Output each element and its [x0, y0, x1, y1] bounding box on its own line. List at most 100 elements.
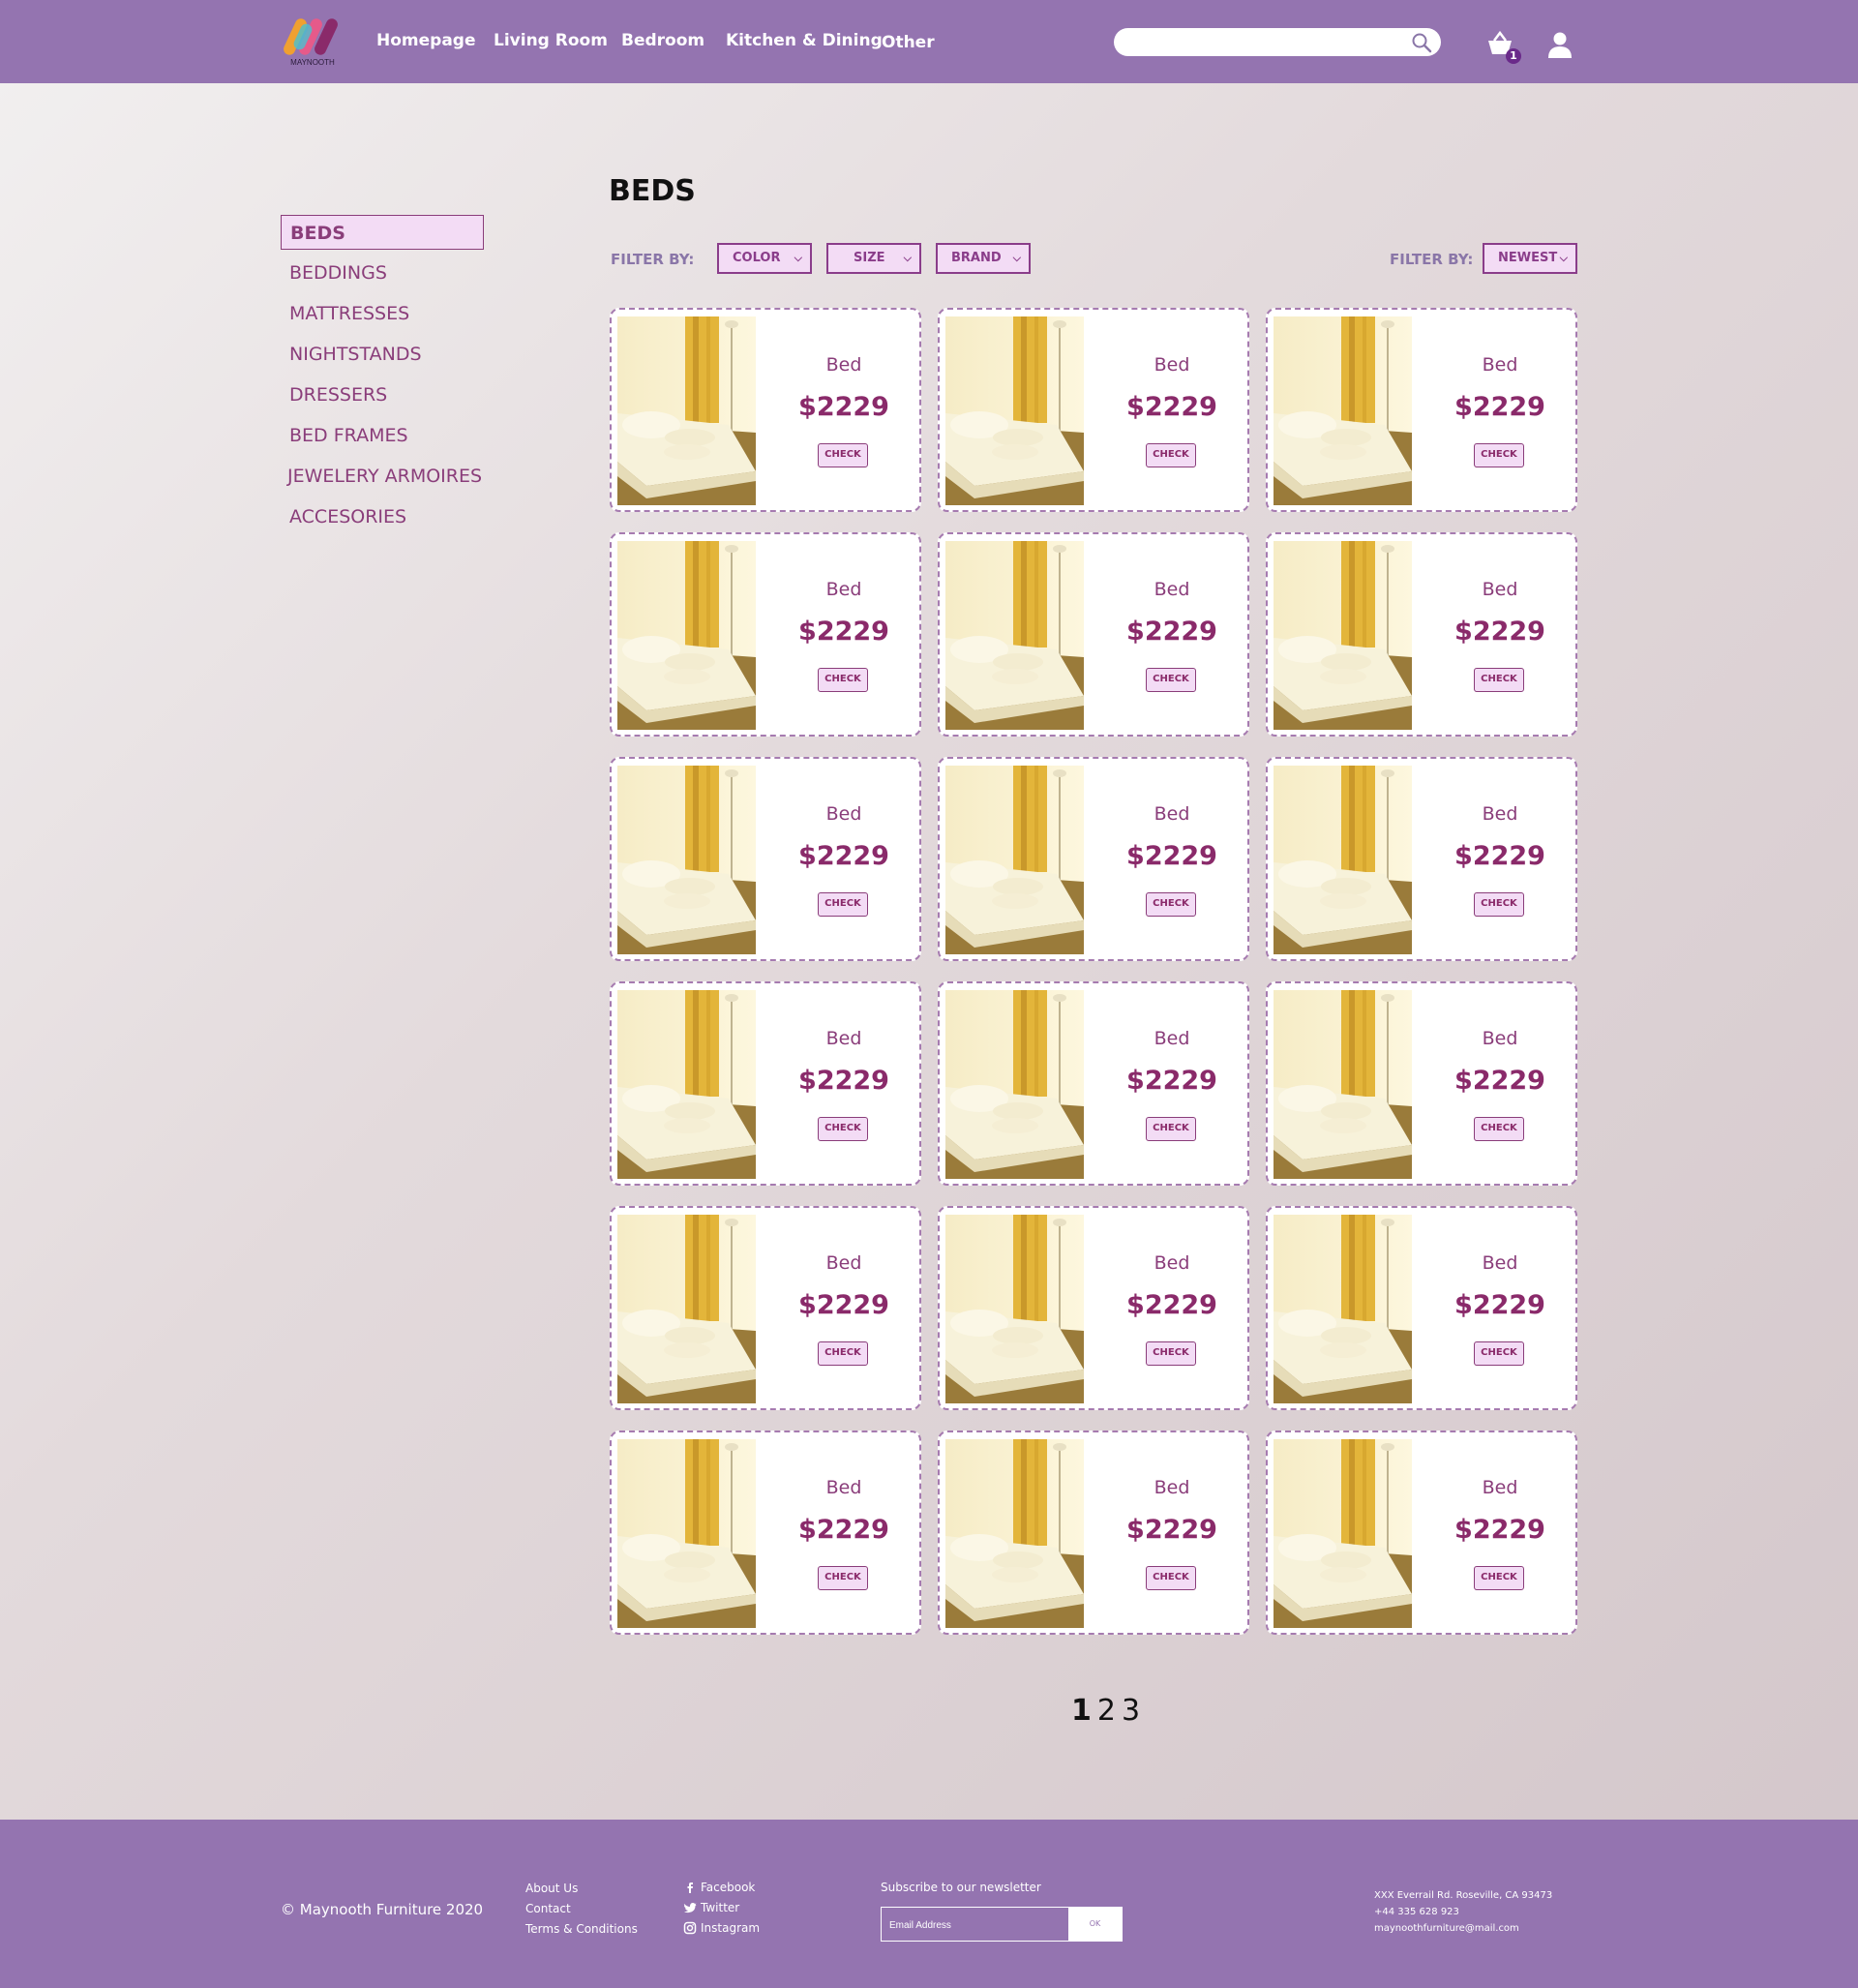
newsletter-email-input[interactable]	[889, 1915, 1064, 1935]
product-card[interactable]: Bed $2229 CHECK	[938, 1206, 1249, 1410]
nav-bedroom[interactable]: Bedroom	[621, 31, 704, 50]
check-button[interactable]: CHECK	[1146, 1566, 1196, 1590]
sidebar-item-jewelery-armoires[interactable]: JEWELERY ARMOIRES	[279, 459, 501, 494]
check-button[interactable]: CHECK	[1146, 1117, 1196, 1141]
footer-link-about[interactable]: About Us	[525, 1882, 578, 1895]
product-name: Bed	[1482, 354, 1518, 376]
product-card[interactable]: Bed $2229 CHECK	[610, 757, 921, 961]
check-button[interactable]: CHECK	[818, 892, 868, 917]
product-card[interactable]: Bed $2229 CHECK	[1266, 757, 1577, 961]
product-card[interactable]: Bed $2229 CHECK	[1266, 308, 1577, 512]
product-card[interactable]: Bed $2229 CHECK	[610, 1206, 921, 1410]
product-image[interactable]	[1274, 766, 1412, 954]
product-image[interactable]	[945, 1215, 1084, 1403]
color-filter-dropdown[interactable]: COLOR ⌵	[717, 243, 812, 274]
footer-link-terms[interactable]: Terms & Conditions	[525, 1922, 638, 1936]
brand-filter-dropdown[interactable]: BRAND ⌵	[936, 243, 1031, 274]
product-image[interactable]	[1274, 1215, 1412, 1403]
check-button[interactable]: CHECK	[1146, 892, 1196, 917]
check-button[interactable]: CHECK	[818, 443, 868, 467]
check-button[interactable]: CHECK	[1474, 892, 1524, 917]
page-1-link[interactable]: 1	[1071, 1694, 1092, 1728]
check-button[interactable]: CHECK	[1474, 1117, 1524, 1141]
product-image[interactable]	[945, 766, 1084, 954]
product-image[interactable]	[617, 541, 756, 730]
product-price: $2229	[1454, 392, 1545, 422]
nav-homepage[interactable]: Homepage	[376, 31, 476, 50]
page-2-link[interactable]: 2	[1097, 1694, 1116, 1728]
check-button[interactable]: CHECK	[1474, 1341, 1524, 1366]
product-price: $2229	[1126, 1066, 1217, 1096]
user-icon[interactable]	[1546, 31, 1573, 58]
product-card[interactable]: Bed $2229 CHECK	[938, 308, 1249, 512]
check-button[interactable]: CHECK	[818, 1341, 868, 1366]
cart-button[interactable]: 1	[1484, 29, 1521, 66]
maynooth-logo[interactable]: MAYNOOTH	[284, 15, 342, 68]
product-card[interactable]: Bed $2229 CHECK	[610, 981, 921, 1186]
check-button[interactable]: CHECK	[1146, 1341, 1196, 1366]
size-filter-dropdown[interactable]: SIZE ⌵	[826, 243, 921, 274]
color-filter-label: COLOR	[733, 251, 781, 265]
search-icon[interactable]	[1410, 31, 1433, 54]
product-card[interactable]: Bed $2229 CHECK	[1266, 532, 1577, 737]
search-input[interactable]	[1127, 32, 1398, 52]
check-button[interactable]: CHECK	[818, 1117, 868, 1141]
product-image[interactable]	[945, 316, 1084, 505]
check-button[interactable]: CHECK	[1146, 668, 1196, 692]
nav-kitchen-dining[interactable]: Kitchen & Dining	[726, 31, 883, 50]
nav-other[interactable]: Other	[882, 33, 935, 52]
social-facebook[interactable]: Facebook	[687, 1881, 755, 1894]
product-card[interactable]: Bed $2229 CHECK	[1266, 1431, 1577, 1635]
sidebar-item-accesories[interactable]: ACCESORIES	[281, 499, 484, 534]
sidebar-item-beds[interactable]: BEDS	[281, 215, 484, 250]
facebook-icon	[687, 1883, 693, 1893]
product-card[interactable]: Bed $2229 CHECK	[610, 1431, 921, 1635]
check-button[interactable]: CHECK	[1146, 443, 1196, 467]
product-image[interactable]	[617, 1439, 756, 1628]
product-image[interactable]	[617, 1215, 756, 1403]
product-price: $2229	[1454, 841, 1545, 871]
newsletter-submit-button[interactable]: OK	[1068, 1908, 1122, 1941]
footer-phone: +44 335 628 923	[1374, 1907, 1459, 1917]
check-button[interactable]: CHECK	[818, 1566, 868, 1590]
product-image[interactable]	[1274, 541, 1412, 730]
check-button[interactable]: CHECK	[1474, 668, 1524, 692]
product-image[interactable]	[1274, 316, 1412, 505]
product-image[interactable]	[617, 316, 756, 505]
product-card[interactable]: Bed $2229 CHECK	[938, 532, 1249, 737]
product-card[interactable]: Bed $2229 CHECK	[610, 308, 921, 512]
product-image[interactable]	[945, 541, 1084, 730]
product-price: $2229	[798, 841, 889, 871]
product-card[interactable]: Bed $2229 CHECK	[938, 1431, 1249, 1635]
product-image[interactable]	[617, 766, 756, 954]
check-button[interactable]: CHECK	[1474, 1566, 1524, 1590]
sidebar-item-dressers[interactable]: DRESSERS	[281, 377, 484, 412]
product-image[interactable]	[1274, 990, 1412, 1179]
product-card[interactable]: Bed $2229 CHECK	[938, 981, 1249, 1186]
product-price: $2229	[798, 1290, 889, 1320]
product-image[interactable]	[945, 990, 1084, 1179]
product-card[interactable]: Bed $2229 CHECK	[610, 532, 921, 737]
product-price: $2229	[1454, 617, 1545, 647]
product-price: $2229	[1454, 1290, 1545, 1320]
product-image[interactable]	[945, 1439, 1084, 1628]
product-price: $2229	[1454, 1515, 1545, 1545]
social-twitter[interactable]: Twitter	[683, 1901, 739, 1914]
sidebar-item-bed-frames[interactable]: BED FRAMES	[281, 418, 484, 453]
nav-living-room[interactable]: Living Room	[494, 31, 608, 50]
product-card[interactable]: Bed $2229 CHECK	[938, 757, 1249, 961]
product-card[interactable]: Bed $2229 CHECK	[1266, 1206, 1577, 1410]
sidebar-item-mattresses[interactable]: MATTRESSES	[281, 296, 484, 331]
sort-dropdown[interactable]: NEWEST ⌵	[1483, 243, 1577, 274]
check-button[interactable]: CHECK	[1474, 443, 1524, 467]
footer-link-contact[interactable]: Contact	[525, 1902, 571, 1915]
sidebar-item-nightstands[interactable]: NIGHTSTANDS	[281, 337, 484, 372]
product-image[interactable]	[617, 990, 756, 1179]
social-instagram[interactable]: Instagram	[683, 1921, 760, 1935]
product-image[interactable]	[1274, 1439, 1412, 1628]
sidebar-item-beddings[interactable]: BEDDINGS	[281, 256, 484, 290]
footer-email[interactable]: maynoothfurniture@mail.com	[1374, 1923, 1519, 1934]
product-card[interactable]: Bed $2229 CHECK	[1266, 981, 1577, 1186]
check-button[interactable]: CHECK	[818, 668, 868, 692]
page-3-link[interactable]: 3	[1122, 1694, 1140, 1728]
